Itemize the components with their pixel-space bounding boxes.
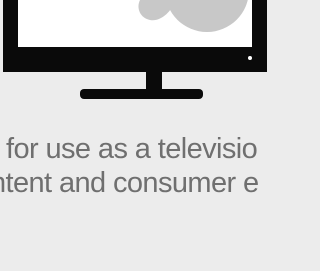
caption-text: for use as a televisio ntent and consume… [0, 132, 295, 232]
tv-stand-base [80, 89, 203, 99]
power-indicator-dot [248, 56, 252, 60]
television-icon [3, 0, 267, 99]
caption-line-1: for use as a televisio [6, 133, 258, 165]
caption-line-2: ntent and consumer e [0, 167, 259, 199]
tv-stand-neck [146, 72, 162, 89]
